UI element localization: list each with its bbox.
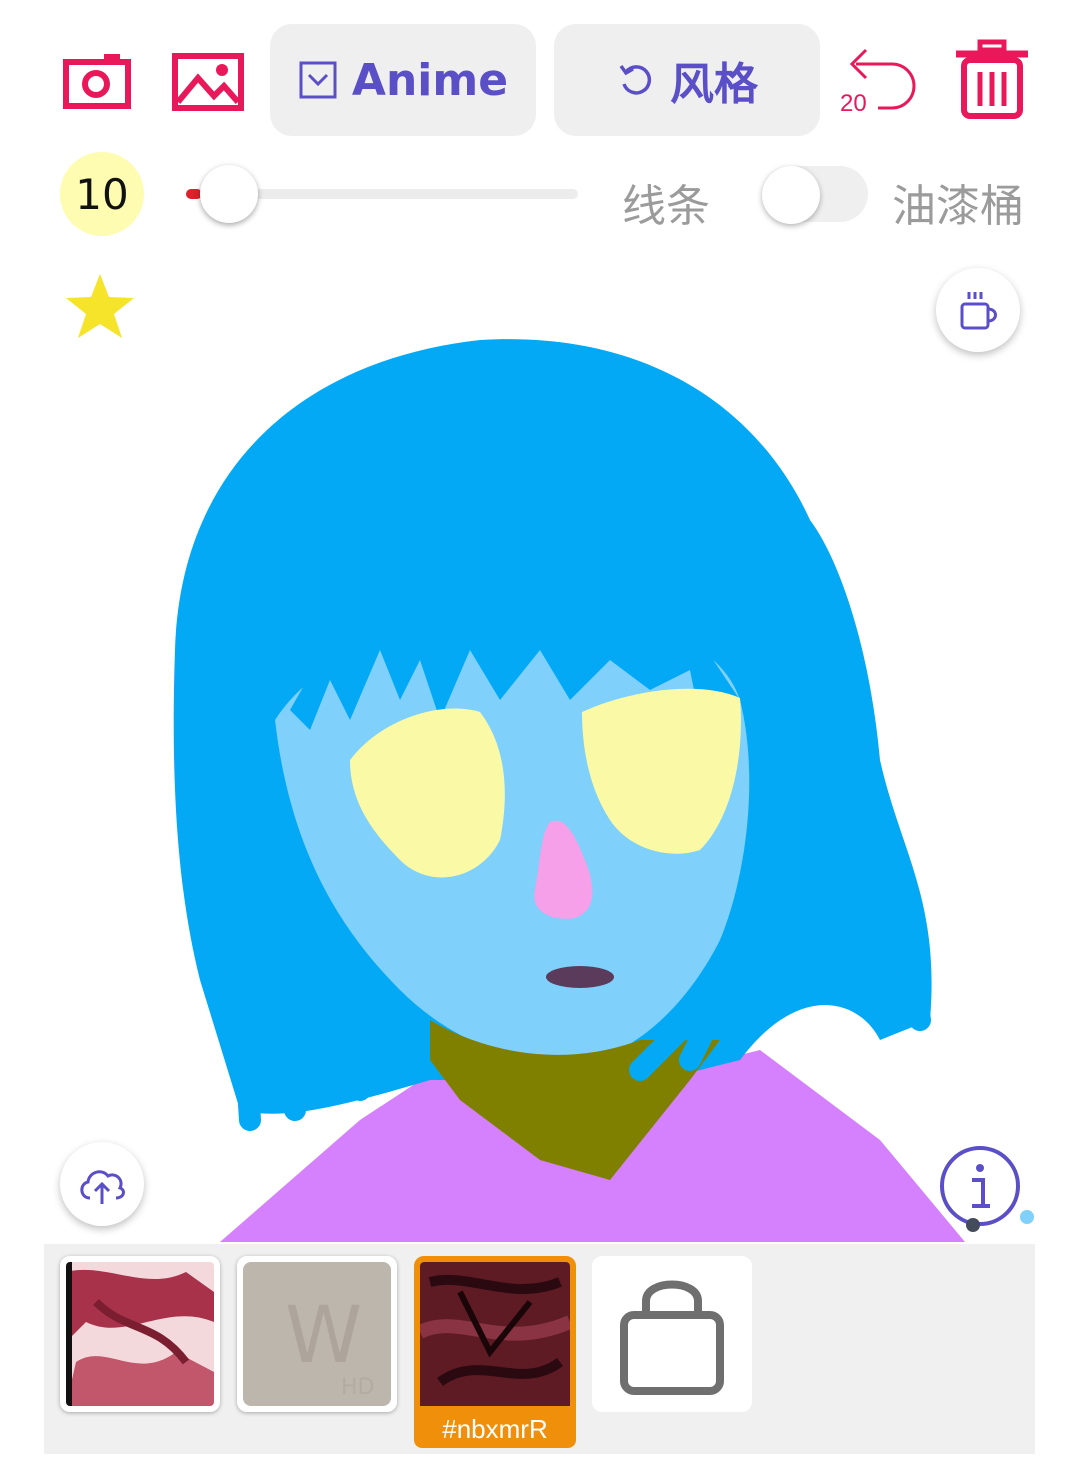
drawing-app-screen: Anime 风格 20 10 线条 油漆桶 W HD #nbxmrR [0,0,1080,1470]
mouth-shape [546,966,614,988]
color-dot [1020,1210,1034,1224]
line-mode-label: 线条 [622,181,710,232]
refresh-icon [619,64,652,95]
undo-count: 20 [840,90,867,117]
cloud-upload-icon [80,1170,125,1204]
style-thumb-1[interactable] [60,1256,220,1412]
brush-size-badge: 10 [60,152,144,236]
model-select-label: Anime [351,54,509,106]
color-dot [966,1218,980,1232]
info-icon [940,1146,1020,1226]
style-thumb-2[interactable]: W HD [237,1256,397,1412]
undo-button[interactable]: 20 [834,40,924,124]
camera-icon [63,54,131,109]
drawing-canvas[interactable] [0,240,1080,1244]
bucket-toggle-thumb[interactable] [762,166,820,224]
svg-text:HD: HD [341,1375,374,1400]
coffee-cup-icon [960,292,997,330]
bucket-mode-label: 油漆桶 [892,181,1024,232]
dropdown-box-icon [299,61,337,99]
style-thumb-1-image [66,1262,214,1406]
model-select-button[interactable]: Anime [270,24,536,136]
gallery-button[interactable] [166,40,250,124]
selected-style-tag: #nbxmrR [414,1410,576,1448]
favorite-button[interactable] [62,270,138,342]
style-thumb-2-image: W HD [243,1262,391,1406]
clear-button[interactable] [950,38,1034,122]
star-icon [66,274,134,338]
style-button-label: 风格 [670,59,758,110]
svg-text:W: W [285,1291,362,1381]
upload-button[interactable] [60,1142,144,1226]
brush-size-slider-thumb[interactable] [199,165,258,223]
shopping-bag-icon [620,1280,724,1395]
style-thumb-3-image [420,1262,570,1406]
style-button[interactable]: 风格 [554,24,820,136]
coffee-button[interactable] [936,268,1020,352]
style-thumb-3[interactable] [414,1256,576,1412]
image-icon [172,53,244,111]
camera-button[interactable] [56,40,140,124]
trash-icon [956,39,1028,119]
shop-button[interactable] [592,1256,752,1412]
info-button[interactable] [938,1144,1022,1228]
